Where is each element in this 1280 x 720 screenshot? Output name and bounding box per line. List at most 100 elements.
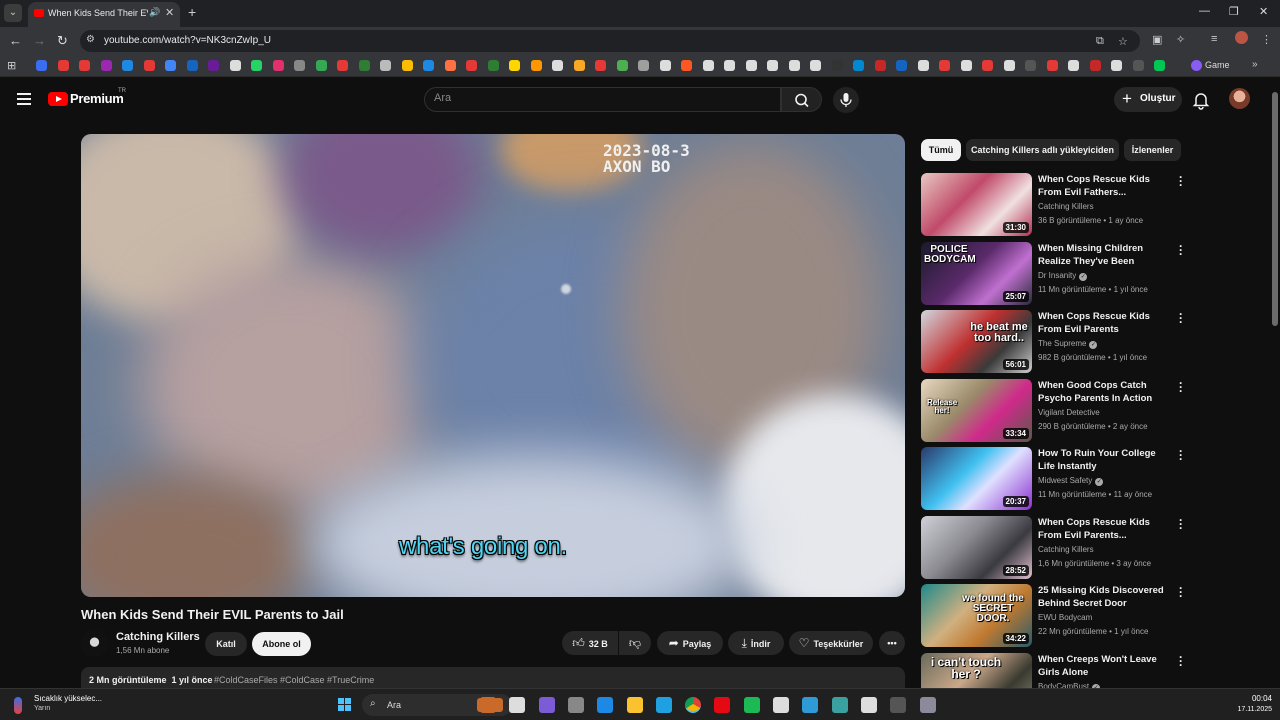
recommendation-item[interactable]: 20:37 How To Ruin Your College Life Insta… (921, 445, 1186, 511)
account-avatar[interactable] (1229, 88, 1250, 109)
bookmark-favicon-icon[interactable] (423, 60, 434, 71)
recommendation-title[interactable]: When Creeps Won't Leave Girls Alone (1038, 653, 1174, 679)
windows-start-icon[interactable] (338, 698, 352, 712)
recommendation-title[interactable]: When Cops Rescue Kids From Evil Parents (1038, 310, 1174, 336)
new-tab-button[interactable]: + (188, 4, 196, 20)
tab-close-icon[interactable]: ✕ (165, 6, 174, 19)
minimize-button[interactable]: — (1199, 5, 1210, 17)
bookmark-favicon-icon[interactable] (745, 60, 757, 71)
channel-name[interactable]: Catching Killers (116, 631, 200, 643)
recommendation-item[interactable]: Release her! 33:34 When Good Cops Catch Ps… (921, 377, 1186, 443)
taskbar-app-icon[interactable] (802, 697, 819, 713)
video-thumbnail[interactable]: 28:52 (921, 515, 1032, 579)
bookmark-favicon-icon[interactable] (681, 60, 692, 71)
bookmark-favicon-icon[interactable] (1111, 60, 1122, 71)
chip-watched[interactable]: İzlenenler (1124, 139, 1181, 161)
more-options-icon[interactable]: · · · (1179, 445, 1183, 465)
bookmark-favicon-icon[interactable] (487, 60, 499, 71)
download-button[interactable]: ⤓ İndir (728, 631, 784, 655)
bookmark-favicon-icon[interactable] (1003, 60, 1015, 71)
bookmark-favicon-icon[interactable] (530, 60, 542, 71)
thanks-button[interactable]: ♡ Teşekkürler (789, 631, 873, 655)
recommendation-item[interactable]: we found the SECRET DOOR. 34:22 25 Missing… (921, 582, 1186, 648)
bookmark-favicon-icon[interactable] (466, 60, 477, 71)
bookmark-favicon-icon[interactable] (1132, 60, 1144, 71)
voice-search-button[interactable] (833, 87, 859, 113)
speaker-icon[interactable]: 🔊 (149, 7, 160, 18)
chip-uploader[interactable]: Catching Killers adlı yükleyiciden (966, 139, 1119, 161)
share-button[interactable]: ➦ Paylaş (657, 631, 723, 655)
recommendation-item[interactable]: 28:52 When Cops Rescue Kids From Evil Par… (921, 514, 1186, 580)
clock-date[interactable]: 17.11.2025 (1218, 706, 1272, 713)
more-options-icon[interactable]: · · · (1179, 514, 1183, 534)
notifications-bell-icon[interactable] (1192, 90, 1210, 110)
recommendation-item[interactable]: he beat me too hard.. 56:01 When Cops Resc… (921, 308, 1186, 374)
extension-icon[interactable]: ▣ (1152, 33, 1162, 46)
bookmark-favicon-icon[interactable] (917, 60, 929, 71)
taskbar-app-icon[interactable] (597, 697, 614, 713)
bookmark-favicon-icon[interactable] (595, 60, 606, 71)
reading-list-icon[interactable]: ≡ (1211, 33, 1217, 45)
video-player[interactable]: 2023-08-3 AXON BO what's going on. (81, 134, 905, 597)
more-options-icon[interactable]: · · · (1179, 582, 1183, 602)
bookmark-favicon-icon[interactable] (337, 60, 348, 71)
hamburger-menu-icon[interactable] (17, 93, 31, 105)
bookmark-favicon-icon[interactable] (229, 60, 241, 71)
tab-search-button[interactable]: ⌄ (4, 4, 22, 22)
browser-menu-icon[interactable]: ⋮ (1261, 33, 1272, 46)
taskbar-app-icon[interactable] (919, 697, 936, 713)
recommendation-title[interactable]: 25 Missing Kids Discovered Behind Secret… (1038, 584, 1174, 610)
restore-button[interactable]: ❐ (1229, 5, 1239, 18)
channel-name[interactable]: Dr Insanity (1038, 271, 1076, 280)
taskbar-app-icon[interactable] (509, 697, 526, 713)
search-button[interactable] (781, 87, 822, 112)
more-options-icon[interactable]: · · · (1179, 377, 1183, 397)
omnibox[interactable]: ⚙ youtube.com/watch?v=NK3cnZwIp_U ⧉ ☆ (80, 30, 1140, 52)
bookmark-favicon-icon[interactable] (165, 60, 176, 71)
bookmark-favicon-icon[interactable] (853, 60, 864, 71)
video-thumbnail[interactable]: we found the SECRET DOOR. 34:22 (921, 584, 1032, 647)
channel-name[interactable]: The Supreme (1038, 339, 1086, 348)
bookmark-favicon-icon[interactable] (702, 60, 714, 71)
more-options-icon[interactable]: · · · (1179, 171, 1183, 191)
bookmark-favicon-icon[interactable] (1089, 60, 1101, 71)
bookmark-favicon-icon[interactable] (1068, 60, 1079, 71)
recommendation-title[interactable]: When Missing Children Realize They've Be… (1038, 242, 1174, 268)
bookmark-favicon-icon[interactable] (982, 60, 993, 71)
taskbar-app-icon[interactable] (773, 697, 789, 713)
bookmark-favicon-icon[interactable] (573, 60, 585, 71)
like-button[interactable]: 👍︎ 32 B (562, 631, 618, 655)
bookmark-favicon-icon[interactable] (788, 60, 800, 71)
bookmark-favicon-icon[interactable] (57, 60, 69, 71)
page-scrollbar[interactable] (1270, 78, 1280, 688)
channel-avatar[interactable] (81, 630, 108, 657)
recommendation-channel[interactable]: The Supreme ✓ (1038, 339, 1098, 349)
browser-tab[interactable]: When Kids Send Their EVIL Parents to Jai… (28, 2, 180, 27)
more-options-icon[interactable]: · · · (1179, 308, 1183, 328)
back-button[interactable]: ← (9, 33, 22, 48)
bookmark-favicon-icon[interactable] (122, 60, 133, 71)
close-window-button[interactable]: ✕ (1259, 5, 1268, 18)
bookmark-favicon-icon[interactable] (960, 60, 972, 71)
recommendation-channel[interactable]: Catching Killers (1038, 545, 1094, 554)
bookmark-favicon-icon[interactable] (939, 60, 950, 71)
video-thumbnail[interactable]: he beat me too hard.. 56:01 (921, 310, 1032, 373)
recommendation-title[interactable]: When Cops Rescue Kids From Evil Parents.… (1038, 516, 1174, 542)
bookmark-favicon-icon[interactable] (509, 60, 520, 71)
bookmark-favicon-icon[interactable] (444, 60, 456, 71)
taskbar-app-icon[interactable] (685, 697, 702, 713)
video-thumbnail[interactable]: 20:37 (921, 447, 1032, 510)
bookmark-favicon-icon[interactable] (36, 60, 47, 71)
bookmark-favicon-icon[interactable] (401, 60, 413, 71)
subscribe-button[interactable]: Abone ol (252, 632, 311, 656)
channel-name[interactable]: Catching Killers (1038, 545, 1094, 554)
bookmark-favicon-icon[interactable] (831, 60, 843, 71)
recommendation-channel[interactable]: Catching Killers (1038, 202, 1094, 211)
recommendation-item[interactable]: 31:30 When Cops Rescue Kids From Evil Fat… (921, 171, 1186, 237)
weather-title[interactable]: Sıcaklık yükselec... (34, 694, 102, 703)
video-thumbnail[interactable]: POLICE BODYCAM 25:07 (921, 241, 1032, 305)
recommendation-item[interactable]: POLICE BODYCAM 25:07 When Missing Children… (921, 240, 1186, 306)
recommendation-title[interactable]: When Good Cops Catch Psycho Parents In A… (1038, 379, 1174, 405)
forward-button[interactable]: → (33, 33, 46, 48)
bookmark-favicon-icon[interactable] (100, 60, 112, 71)
